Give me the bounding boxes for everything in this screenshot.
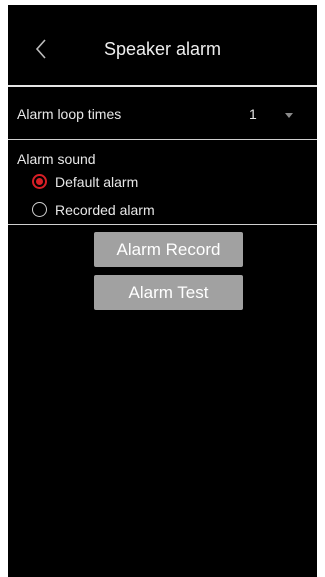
alarm-loop-label: Alarm loop times [17, 106, 122, 122]
alarm-record-button[interactable]: Alarm Record [94, 232, 243, 267]
app-screen: Speaker alarm Alarm loop times 1 Alarm s… [8, 5, 317, 577]
page-title: Speaker alarm [103, 39, 222, 59]
radio-label: Recorded alarm [55, 202, 155, 218]
header-bar: Speaker alarm [8, 5, 317, 85]
section-divider [8, 139, 317, 140]
section-divider [8, 224, 317, 225]
radio-unchecked-icon [32, 202, 47, 217]
alarm-test-button[interactable]: Alarm Test [94, 275, 243, 310]
caret-down-icon [285, 113, 293, 118]
alarm-sound-title: Alarm sound [17, 151, 96, 167]
radio-checked-icon [32, 174, 47, 189]
header-divider [8, 85, 317, 87]
alarm-loop-value: 1 [249, 106, 257, 122]
alarm-loop-row: Alarm loop times 1 [8, 96, 317, 136]
radio-recorded-alarm[interactable]: Recorded alarm [32, 200, 232, 222]
alarm-loop-select[interactable]: 1 [247, 96, 317, 136]
radio-label: Default alarm [55, 174, 139, 190]
radio-default-alarm[interactable]: Default alarm [32, 172, 232, 194]
